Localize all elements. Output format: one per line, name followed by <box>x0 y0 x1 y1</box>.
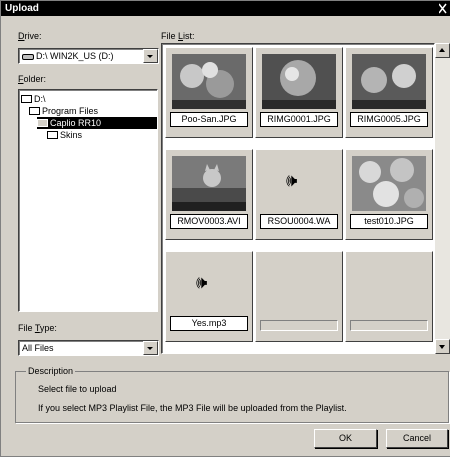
file-type-select[interactable]: All Files <box>18 340 159 356</box>
drive-select[interactable]: D:\ WIN2K_US (D:) <box>18 48 159 64</box>
scroll-up-button[interactable] <box>435 43 450 58</box>
close-icon[interactable] <box>439 3 447 14</box>
empty-file-name <box>260 320 338 331</box>
drive-value: D:\ WIN2K_US (D:) <box>36 51 114 61</box>
folder-open-icon <box>21 94 32 103</box>
file-list-label: File List: <box>161 31 195 41</box>
tree-node-root[interactable]: D:\ <box>21 93 46 105</box>
description-line-1: Select file to upload <box>38 384 117 394</box>
file-item[interactable]: RIMG0001.JPG <box>255 47 343 138</box>
title-bar: Upload <box>1 1 450 16</box>
file-item[interactable]: test010.JPG <box>345 149 433 240</box>
file-name: RSOU0004.WA <box>260 214 338 229</box>
file-type-value: All Files <box>22 343 54 353</box>
tree-node-caplio[interactable]: Caplio RR10 <box>37 117 157 129</box>
file-item-empty <box>255 251 343 342</box>
ok-button[interactable]: OK <box>314 429 377 448</box>
video-cat-icon <box>172 156 246 211</box>
file-type-dropdown-button[interactable] <box>143 341 158 355</box>
file-list[interactable]: Poo-San.JPG RIMG0001.JPG RIMG0005.JPG RM… <box>161 43 435 354</box>
scroll-down-button[interactable] <box>435 339 450 354</box>
empty-file-name <box>350 320 428 331</box>
drive-icon <box>22 53 34 60</box>
file-item[interactable]: RIMG0005.JPG <box>345 47 433 138</box>
file-list-scrollbar[interactable] <box>435 43 450 354</box>
drive-dropdown-button[interactable] <box>143 49 158 63</box>
cancel-button[interactable]: Cancel <box>386 429 448 448</box>
photo-food-icon <box>172 54 246 109</box>
folder-open-icon <box>37 118 48 127</box>
speaker-icon: 🕪 <box>286 170 298 190</box>
upload-dialog: Upload Drive: D:\ WIN2K_US (D:) Folder: … <box>0 0 450 457</box>
description-line-2: If you select MP3 Playlist File, the MP3… <box>38 403 347 413</box>
file-item-empty <box>345 251 433 342</box>
file-item[interactable]: RMOV0003.AVI <box>165 149 253 240</box>
photo-food-icon <box>352 54 426 109</box>
speaker-icon: 🕪 <box>196 272 208 292</box>
file-name: RIMG0001.JPG <box>260 112 338 127</box>
file-item[interactable]: 🕪 Yes.mp3 <box>165 251 253 342</box>
folder-label: Folder: <box>18 74 47 84</box>
photo-roses-icon <box>352 156 426 211</box>
file-name: Poo-San.JPG <box>170 112 248 127</box>
folder-open-icon <box>29 106 40 115</box>
file-name: Yes.mp3 <box>170 316 248 331</box>
folder-tree[interactable]: D:\ Program Files Caplio RR10 Skins <box>18 89 158 312</box>
file-item[interactable]: Poo-San.JPG <box>165 47 253 138</box>
file-name: test010.JPG <box>350 214 428 229</box>
tree-node-program-files[interactable]: Program Files <box>29 105 98 117</box>
file-name: RIMG0005.JPG <box>350 112 428 127</box>
tree-node-skins[interactable]: Skins <box>47 129 82 141</box>
folder-closed-icon <box>47 130 58 139</box>
file-type-label: File Type: <box>18 323 57 333</box>
description-group: Description Select file to upload If you… <box>15 366 449 423</box>
file-item[interactable]: 🕪 RSOU0004.WA <box>255 149 343 240</box>
description-title: Description <box>26 366 76 376</box>
drive-label: Drive: <box>18 31 42 41</box>
file-name: RMOV0003.AVI <box>170 214 248 229</box>
photo-food-icon <box>262 54 336 109</box>
window-title: Upload <box>5 3 39 14</box>
